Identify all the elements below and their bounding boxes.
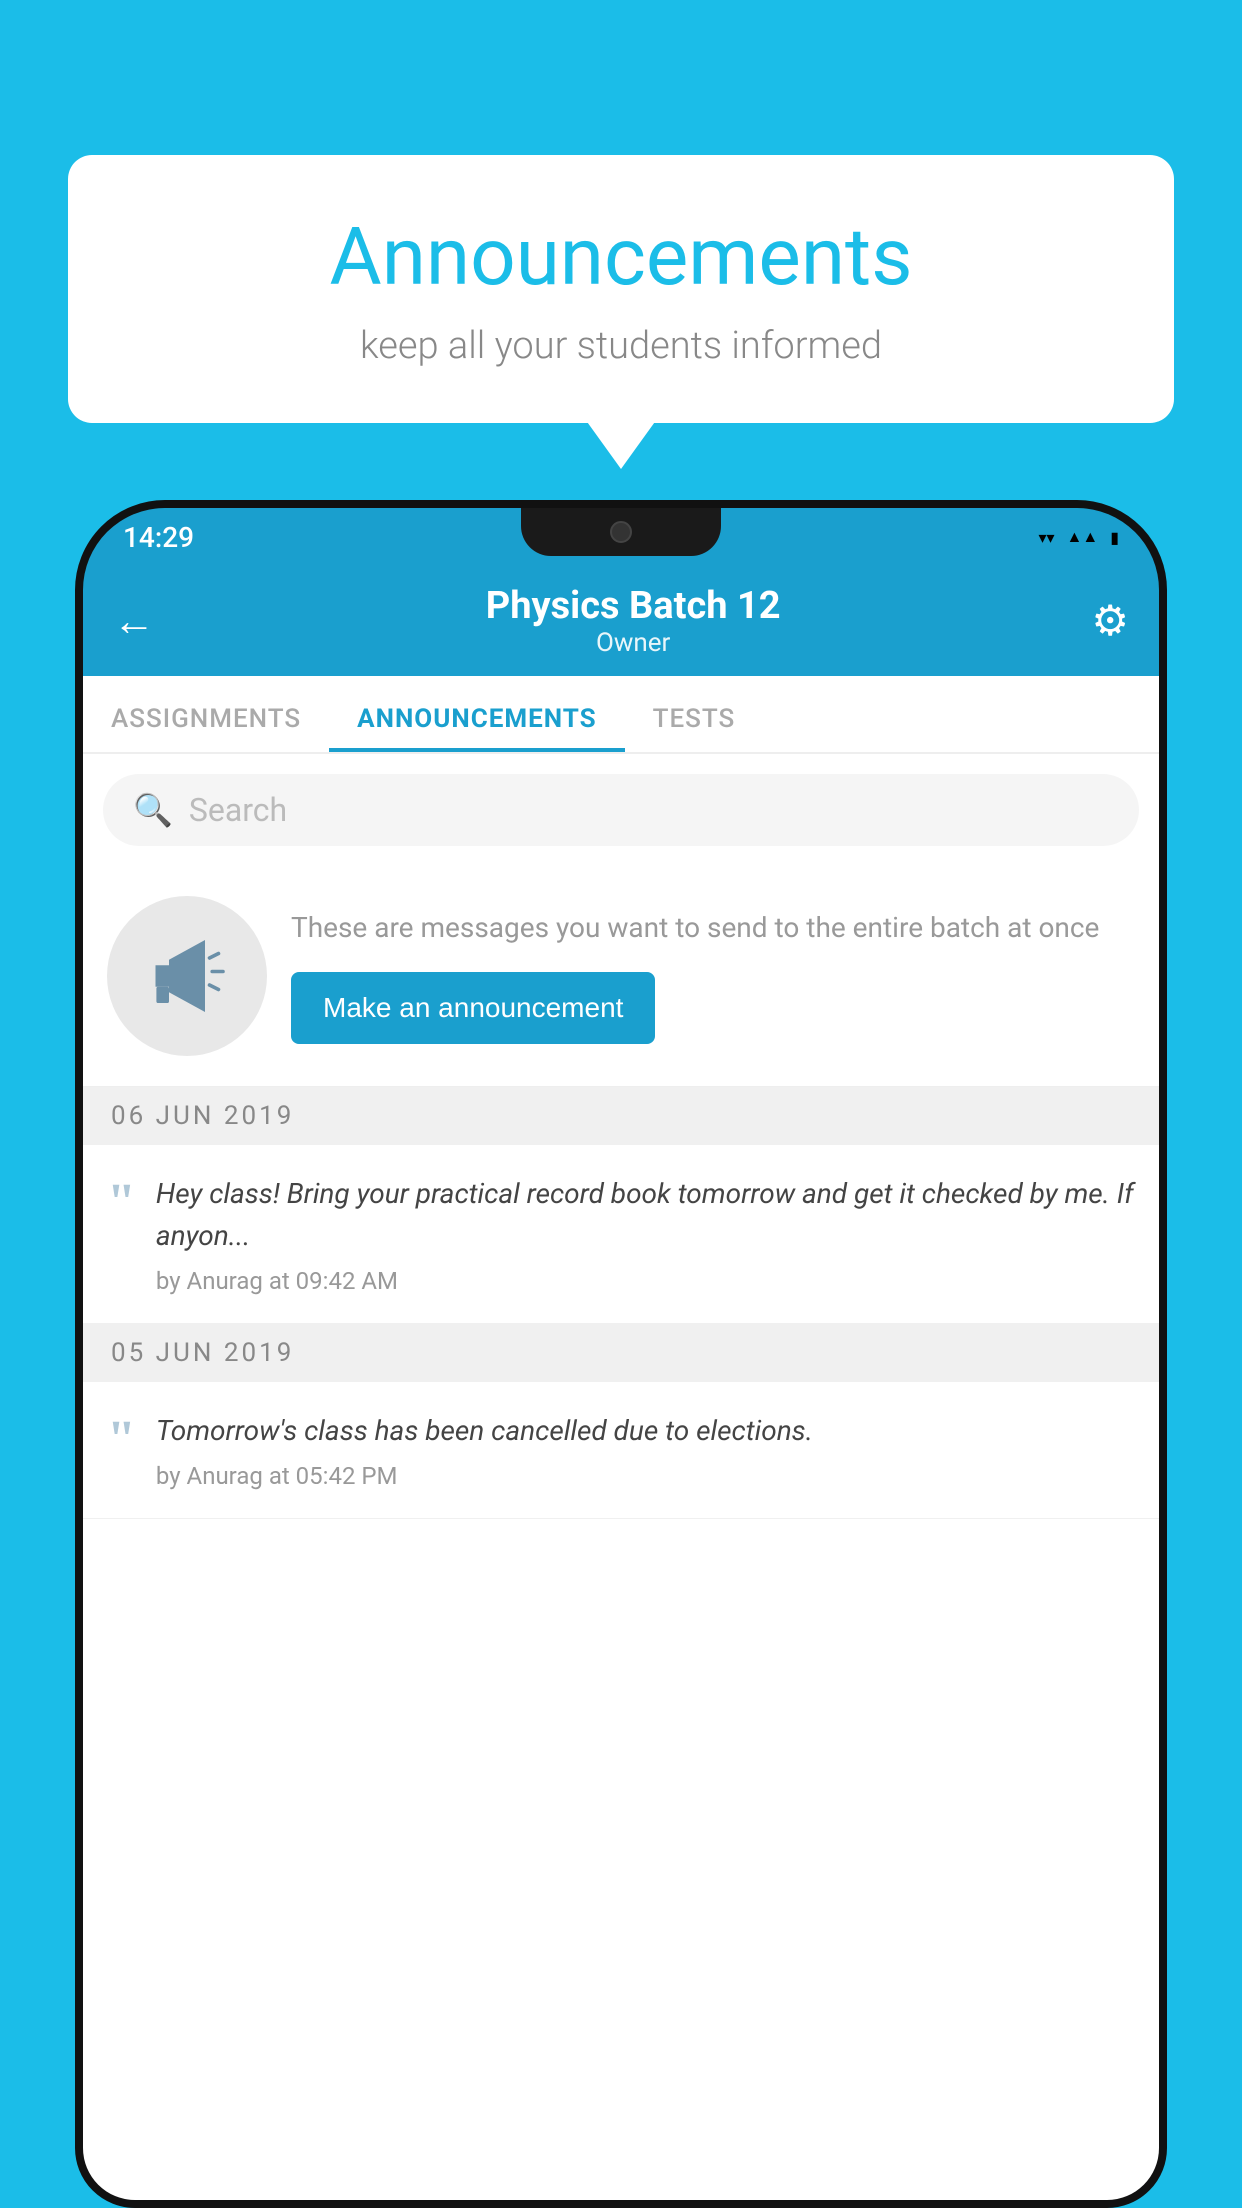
announcement-item-2[interactable]: " Tomorrow's class has been cancelled du… [83,1382,1159,1519]
tabs-container: ASSIGNMENTS ANNOUNCEMENTS TESTS [83,676,1159,754]
empty-state-description: These are messages you want to send to t… [291,908,1135,947]
phone-notch [521,508,721,556]
page-subtitle: keep all your students informed [128,324,1114,368]
signal-icon: ▲▲ [1067,527,1099,547]
search-placeholder: Search [189,791,287,829]
empty-state-content: These are messages you want to send to t… [291,908,1135,1043]
header-title: Physics Batch 12 [175,584,1091,628]
status-time: 14:29 [123,521,194,554]
announcement-content-2: Tomorrow's class has been cancelled due … [156,1410,1135,1490]
speech-bubble: Announcements keep all your students inf… [68,155,1174,423]
announcement-meta-2: by Anurag at 05:42 PM [156,1462,1135,1490]
status-icons: ▾▾ ▲▲ ▮ [1038,527,1119,547]
search-icon: 🔍 [133,791,173,829]
empty-state-section: These are messages you want to send to t… [83,866,1159,1087]
battery-icon: ▮ [1110,528,1119,547]
make-announcement-button[interactable]: Make an announcement [291,972,655,1044]
header-subtitle: Owner [175,628,1091,658]
announcement-meta-1: by Anurag at 09:42 AM [156,1267,1135,1295]
tab-tests[interactable]: TESTS [625,704,764,752]
announcement-text-1: Hey class! Bring your practical record b… [156,1173,1135,1257]
megaphone-icon [142,931,232,1021]
wifi-icon: ▾▾ [1038,528,1054,547]
date-divider-2: 05 JUN 2019 [83,1324,1159,1382]
tab-assignments[interactable]: ASSIGNMENTS [83,704,329,752]
tab-announcements[interactable]: ANNOUNCEMENTS [329,704,624,752]
back-button[interactable]: ← [113,597,155,646]
announcement-item-1[interactable]: " Hey class! Bring your practical record… [83,1145,1159,1324]
phone-content: 🔍 Search [83,754,1159,2208]
phone-mockup: 14:29 ▾▾ ▲▲ ▮ ← Physics Batch 12 Owner ⚙… [75,500,1167,2208]
app-header: ← Physics Batch 12 Owner ⚙ [83,566,1159,676]
announcement-text-2: Tomorrow's class has been cancelled due … [156,1410,1135,1452]
header-center: Physics Batch 12 Owner [175,584,1091,658]
page-title: Announcements [128,210,1114,304]
camera-dot [610,521,632,543]
quote-icon-1: " [107,1177,136,1229]
settings-icon[interactable]: ⚙ [1091,596,1129,646]
quote-icon-2: " [107,1414,136,1466]
announcement-content-1: Hey class! Bring your practical record b… [156,1173,1135,1295]
date-divider-1: 06 JUN 2019 [83,1087,1159,1145]
megaphone-circle [107,896,267,1056]
speech-bubble-section: Announcements keep all your students inf… [68,155,1174,423]
search-bar[interactable]: 🔍 Search [103,774,1139,846]
